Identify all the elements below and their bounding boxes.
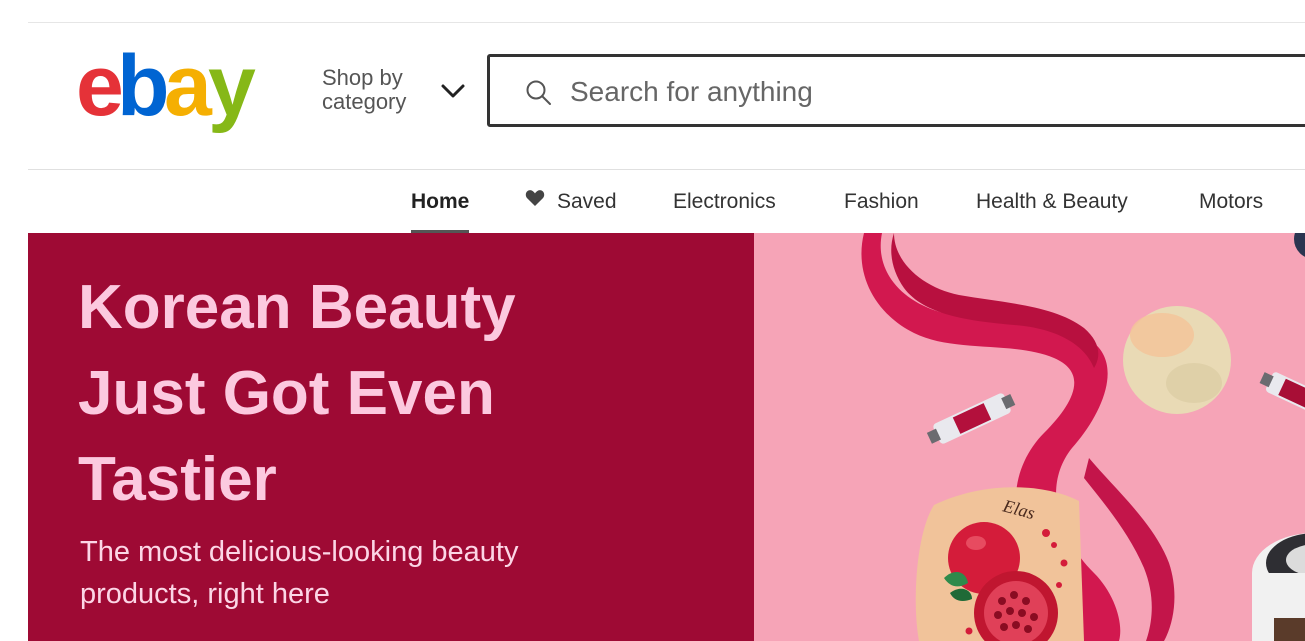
nav-item-label: Home [411, 190, 470, 213]
nav-item-home[interactable]: Home [411, 170, 470, 233]
nav-item-label: Fashion [844, 190, 919, 213]
search-input[interactable] [568, 67, 1272, 117]
ebay-logo[interactable]: e b a y [76, 45, 302, 145]
site-header: e b a y Shop by category [0, 23, 1305, 169]
search-box[interactable] [487, 54, 1305, 127]
nav-item-label: Electronics [673, 190, 776, 213]
hero-subtitle-line: The most delicious-looking beauty [80, 536, 519, 568]
nav-item-electronics[interactable]: Electronics [673, 170, 776, 233]
hero-subtitle: The most delicious-looking beauty produc… [80, 531, 680, 615]
shop-by-category-button[interactable]: Shop by category [322, 66, 472, 118]
hero-title-line: Just Got Even [78, 359, 495, 428]
svg-text:a: a [164, 45, 213, 134]
shop-by-line: Shop by [322, 65, 403, 90]
svg-text:b: b [117, 45, 166, 134]
nav-item-health-beauty[interactable]: Health & Beauty [976, 170, 1128, 233]
ebay-logo-graphic: e b a y [76, 45, 265, 134]
hero-subtitle-line: products, right here [80, 578, 330, 610]
hero-image: Elas [754, 233, 1305, 641]
nav-item-saved[interactable]: Saved [525, 170, 617, 233]
hero-title-line: Korean Beauty [78, 273, 516, 342]
nav-item-label: Health & Beauty [976, 190, 1128, 213]
category-line: category [322, 89, 407, 114]
nav-item-label: Saved [557, 190, 617, 213]
hero-title-line: Tastier [78, 445, 277, 514]
category-nav: Home Saved Electronics Fashion Health & … [0, 170, 1305, 233]
heart-icon [525, 169, 545, 232]
svg-text:e: e [76, 45, 121, 134]
shop-by-category-label: Shop by category [322, 66, 432, 114]
hero-text-panel: Korean Beauty Just Got Even Tastier The … [28, 233, 754, 641]
nav-item-fashion[interactable]: Fashion [844, 170, 919, 233]
nav-item-label: Motors [1199, 190, 1264, 213]
hero-banner[interactable]: Korean Beauty Just Got Even Tastier The … [28, 233, 1305, 641]
chevron-down-icon [440, 82, 466, 105]
search-icon [525, 79, 553, 112]
hero-title: Korean Beauty Just Got Even Tastier [78, 265, 678, 523]
beauty-products-illustration: Elas [754, 233, 1305, 641]
svg-text:y: y [208, 45, 256, 134]
nav-item-motors[interactable]: Motors [1199, 170, 1263, 233]
